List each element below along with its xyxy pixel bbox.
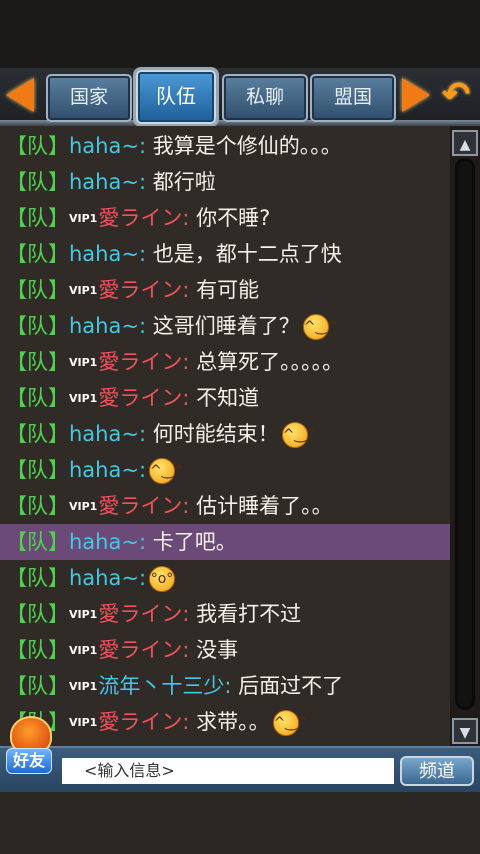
- sender-name[interactable]: 愛ライン:: [98, 602, 189, 626]
- friend-label: 好友: [6, 748, 52, 774]
- message-text: 不知道: [189, 386, 260, 410]
- message-text: 这哥们睡着了？: [146, 314, 300, 338]
- message-text: 也是，都十二点了快: [146, 242, 342, 266]
- sender-name[interactable]: haha~:: [69, 314, 146, 338]
- channel-tag: 【队】: [6, 278, 69, 302]
- sender-name[interactable]: haha~:: [69, 530, 146, 554]
- sender-name[interactable]: haha~:: [69, 170, 146, 194]
- message-text: 有可能: [189, 278, 260, 302]
- channel-tag: 【队】: [6, 170, 69, 194]
- channel-tag: 【队】: [6, 134, 69, 158]
- chat-message[interactable]: 【队】haha~: 我算是个修仙的。。。: [0, 128, 450, 164]
- smile-emoji-icon: ^‿^: [272, 710, 308, 736]
- message-text: 估计睡着了。。: [189, 494, 333, 518]
- channel-tag: 【队】: [6, 422, 69, 446]
- message-text: 都行啦: [146, 170, 216, 194]
- channel-tag: 【队】: [6, 494, 69, 518]
- tab-ally-nation[interactable]: 盟国: [310, 74, 396, 122]
- smile-emoji-icon: ^‿^: [149, 458, 185, 484]
- chat-message[interactable]: 【队】VIP1愛ライン: 我看打不过: [0, 596, 450, 632]
- vip-badge: VIP1: [69, 500, 98, 513]
- tab-country[interactable]: 国家: [46, 74, 132, 122]
- vip-badge: VIP1: [69, 644, 98, 657]
- message-text: 总算死了。。。。。: [189, 350, 344, 374]
- chat-message[interactable]: 【队】VIP1流年丶十三少: 后面过不了: [0, 668, 450, 704]
- message-text: 后面过不了: [231, 674, 344, 698]
- sender-name[interactable]: haha~:: [69, 566, 146, 590]
- chat-message[interactable]: 【队】VIP1愛ライン: 有可能: [0, 272, 450, 308]
- channel-tag: 【队】: [6, 386, 69, 410]
- message-text: 何时能结束！: [146, 422, 279, 446]
- chat-message[interactable]: 【队】haha~: 这哥们睡着了？ ^‿^: [0, 308, 450, 344]
- vip-badge: VIP1: [69, 392, 98, 405]
- chat-message[interactable]: 【队】VIP1愛ライン: 没事: [0, 632, 450, 668]
- chat-message[interactable]: 【队】haha~: °o°: [0, 560, 450, 596]
- tab-prev-arrow-icon[interactable]: [6, 78, 34, 112]
- message-text: 没事: [189, 638, 239, 662]
- channel-tag: 【队】: [6, 314, 69, 338]
- chat-log[interactable]: 【队】haha~: 我算是个修仙的。。。 【队】haha~: 都行啦 【队】VIP1…: [0, 126, 450, 746]
- message-text: 卡了吧。: [146, 530, 237, 554]
- chat-message[interactable]: 【队】VIP1愛ライン: 估计睡着了。。: [0, 488, 450, 524]
- vip-badge: VIP1: [69, 284, 98, 297]
- friend-button[interactable]: 好友: [2, 716, 58, 776]
- chat-message[interactable]: 【队】VIP1愛ライン: 不知道: [0, 380, 450, 416]
- sender-name[interactable]: haha~:: [69, 134, 146, 158]
- channel-button[interactable]: 频道: [400, 756, 474, 786]
- scroll-up-icon[interactable]: ▲: [452, 130, 478, 156]
- message-text: 我看打不过: [189, 602, 302, 626]
- scrollbar[interactable]: [455, 158, 475, 710]
- sender-name[interactable]: 愛ライン:: [98, 638, 189, 662]
- scroll-down-icon[interactable]: ▼: [452, 718, 478, 744]
- chat-message[interactable]: 【队】haha~: 都行啦: [0, 164, 450, 200]
- sender-name[interactable]: 流年丶十三少:: [98, 674, 231, 698]
- chat-message[interactable]: 【队】VIP1愛ライン: 求带。。^‿^: [0, 704, 450, 740]
- sender-name[interactable]: 愛ライン:: [98, 206, 189, 230]
- channel-tag: 【队】: [6, 602, 69, 626]
- channel-tag: 【队】: [6, 242, 69, 266]
- sender-name[interactable]: 愛ライン:: [98, 278, 189, 302]
- chat-message[interactable]: 【队】haha~: 卡了吧。: [0, 524, 450, 560]
- chat-message[interactable]: 【队】VIP1愛ライン: 你不睡?: [0, 200, 450, 236]
- sender-name[interactable]: haha~:: [69, 422, 146, 446]
- channel-tag: 【队】: [6, 206, 69, 230]
- channel-tag: 【队】: [6, 530, 69, 554]
- message-input[interactable]: <输入信息>: [62, 758, 394, 784]
- tab-team[interactable]: 队伍: [136, 70, 216, 124]
- bottom-area: [0, 792, 480, 854]
- sender-name[interactable]: 愛ライン:: [98, 386, 189, 410]
- tab-next-arrow-icon[interactable]: [402, 78, 430, 112]
- sender-name[interactable]: haha~:: [69, 242, 146, 266]
- top-blank-bar: [0, 0, 480, 70]
- smile-emoji-icon: ^‿^: [302, 314, 338, 340]
- chat-message[interactable]: 【队】haha~: 何时能结束！ ^‿^: [0, 416, 450, 452]
- channel-tag: 【队】: [6, 350, 69, 374]
- smile-emoji-icon: ^‿^: [281, 422, 317, 448]
- chat-message[interactable]: 【队】VIP1愛ライン: 总算死了。。。。。: [0, 344, 450, 380]
- channel-tag: 【队】: [6, 674, 69, 698]
- message-text: 求带。。: [189, 710, 270, 734]
- sender-name[interactable]: haha~:: [69, 458, 146, 482]
- vip-badge: VIP1: [69, 356, 98, 369]
- channel-tag: 【队】: [6, 638, 69, 662]
- channel-tag: 【队】: [6, 458, 69, 482]
- channel-tag: 【队】: [6, 566, 69, 590]
- surprised-emoji-icon: °o°: [149, 566, 176, 592]
- sender-name[interactable]: 愛ライン:: [98, 710, 189, 734]
- back-icon[interactable]: ↶: [438, 76, 474, 114]
- tab-private-chat[interactable]: 私聊: [222, 74, 308, 122]
- message-text: 你不睡?: [189, 206, 271, 230]
- message-text: 我算是个修仙的。。。: [146, 134, 342, 158]
- chat-message[interactable]: 【队】haha~: ^‿^: [0, 452, 450, 488]
- vip-badge: VIP1: [69, 680, 98, 693]
- vip-badge: VIP1: [69, 212, 98, 225]
- vip-badge: VIP1: [69, 716, 98, 729]
- sender-name[interactable]: 愛ライン:: [98, 494, 189, 518]
- chat-message[interactable]: 【队】haha~: 也是，都十二点了快: [0, 236, 450, 272]
- vip-badge: VIP1: [69, 608, 98, 621]
- sender-name[interactable]: 愛ライン:: [98, 350, 189, 374]
